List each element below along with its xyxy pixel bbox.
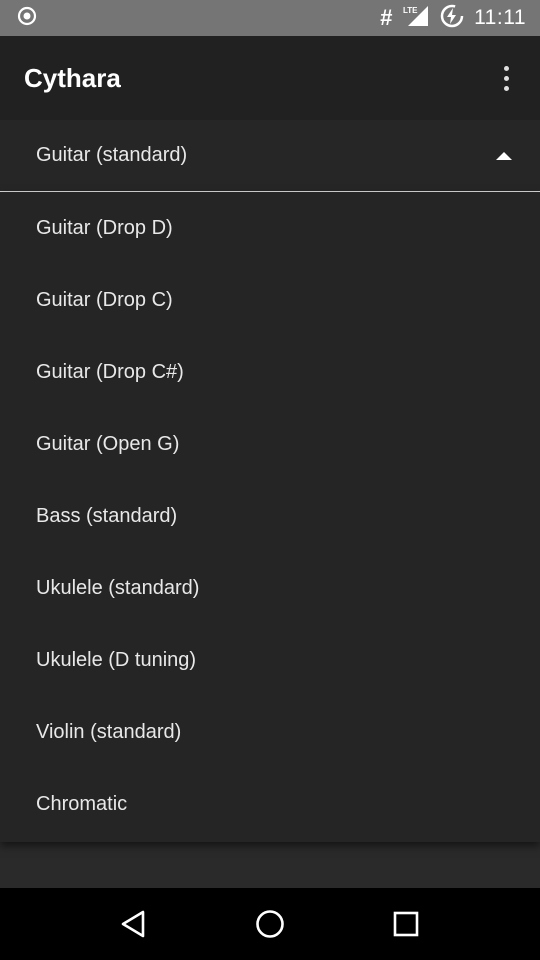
- status-time: 11:11: [474, 6, 526, 29]
- overflow-dot: [503, 75, 509, 81]
- tuning-option[interactable]: Chromatic: [0, 768, 540, 840]
- lte-signal-icon: LTE: [402, 4, 430, 33]
- overflow-dot: [503, 85, 509, 91]
- tuning-dropdown-selected-label: Guitar (standard): [36, 144, 188, 166]
- tuning-option[interactable]: Ukulele (standard): [0, 552, 540, 624]
- overflow-menu-icon[interactable]: [490, 54, 522, 102]
- tuning-option[interactable]: Violin (standard): [0, 696, 540, 768]
- recents-icon[interactable]: [376, 894, 436, 954]
- tuning-option[interactable]: Guitar (Drop C#): [0, 336, 540, 408]
- app-bar: Cythara: [0, 36, 540, 120]
- tuning-option[interactable]: Guitar (Drop C): [0, 264, 540, 336]
- status-right: # LTE 11:11: [380, 4, 526, 33]
- tuning-dropdown-selected[interactable]: Guitar (standard): [0, 120, 540, 192]
- overflow-dot: [503, 65, 509, 71]
- tuning-option[interactable]: Ukulele (D tuning): [0, 624, 540, 696]
- lte-label: LTE: [403, 6, 418, 15]
- app-title: Cythara: [24, 62, 121, 93]
- status-left: [16, 5, 38, 32]
- back-icon[interactable]: [104, 894, 164, 954]
- status-bar: # LTE 11:11: [0, 0, 540, 36]
- tuning-option[interactable]: Guitar (Drop D): [0, 192, 540, 264]
- hash-icon: #: [379, 5, 393, 30]
- record-circle-icon: [16, 5, 38, 32]
- navigation-bar: [0, 888, 540, 960]
- tuning-option[interactable]: Bass (standard): [0, 480, 540, 552]
- caret-up-icon: [496, 151, 512, 160]
- tuning-option[interactable]: Guitar (Open G): [0, 408, 540, 480]
- home-icon[interactable]: [240, 894, 300, 954]
- tuning-dropdown-list: Guitar (Drop D) Guitar (Drop C) Guitar (…: [0, 192, 540, 842]
- battery-charging-icon: [440, 4, 464, 33]
- screen: # LTE 11:11 Cythara Guitar (standard) Gu…: [0, 0, 540, 960]
